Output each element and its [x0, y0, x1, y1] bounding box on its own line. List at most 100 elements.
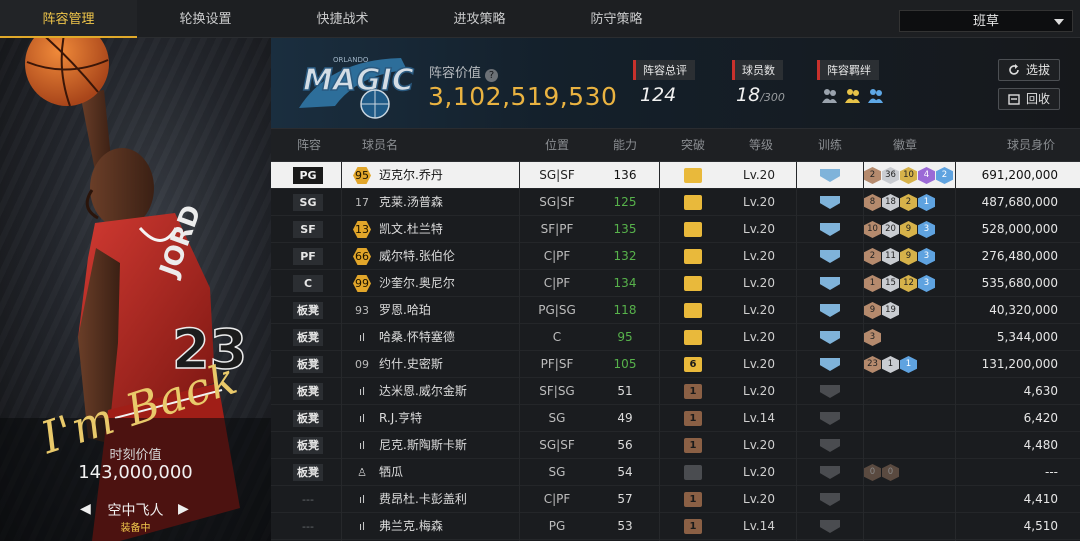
slot-label: 板凳 [293, 464, 323, 481]
badge-group[interactable]: 10 20 9 3 [864, 221, 935, 238]
overall-badge: 95 [353, 167, 371, 184]
player-name[interactable]: 费昂杜.卡彭盖利 [379, 486, 467, 513]
help-icon[interactable]: ? [485, 69, 499, 82]
player-position: SG|SF [539, 438, 575, 452]
scout-button[interactable]: 选拔 [998, 59, 1060, 81]
tab-quick-tactics[interactable]: 快捷战术 [274, 0, 411, 38]
badge-group[interactable]: 00 [864, 464, 899, 481]
team-select[interactable]: 班草 [899, 10, 1073, 32]
badge-group[interactable]: 23 1 1 [864, 356, 917, 373]
tab-lineup[interactable]: 阵容管理 [0, 0, 137, 38]
bond-icon-blue[interactable] [867, 87, 884, 104]
bond-icon-gold[interactable] [844, 87, 861, 104]
slot-label: 板凳 [293, 410, 323, 427]
training-icon[interactable] [820, 223, 840, 236]
moment-value: 143,000,000 [78, 462, 193, 483]
training-icon[interactable] [820, 439, 840, 452]
badge-group[interactable]: 1 15 12 3 [864, 275, 935, 292]
breakthrough-crown-icon[interactable] [684, 222, 702, 237]
training-icon[interactable] [820, 493, 840, 506]
bond-icon-grey[interactable] [821, 87, 838, 104]
player-name[interactable]: 约什.史密斯 [379, 351, 443, 378]
player-name[interactable]: 牺瓜 [379, 459, 403, 486]
refresh-icon [1009, 64, 1019, 75]
player-salary: 4,410 [1023, 492, 1058, 506]
badge-group[interactable]: 9 19 [864, 302, 899, 319]
breakthrough-crown-icon[interactable]: 1 [684, 438, 702, 453]
breakthrough-crown-icon[interactable] [684, 195, 702, 210]
table-row[interactable]: SF 13 凯文.杜兰特 SF|PF 135 Lv.20 10 20 9 3 528,000,000 [271, 216, 1080, 243]
player-ability: 51 [617, 384, 633, 398]
tab-offense[interactable]: 进攻策略 [411, 0, 548, 38]
breakthrough-crown-icon[interactable] [684, 276, 702, 291]
badge-icon: 3 [918, 248, 935, 265]
player-name[interactable]: 沙奎尔.奥尼尔 [379, 270, 455, 297]
table-row[interactable]: --- ıl 费昂杜.卡彭盖利 C|PF 57 1 Lv.20 4,410 [271, 486, 1080, 513]
badge-icon: 23 [864, 356, 881, 373]
player-level: Lv.20 [743, 168, 775, 182]
table-row[interactable]: --- ıl 弗兰克.梅森 PG 53 1 Lv.14 4,510 [271, 513, 1080, 540]
player-name[interactable]: 罗恩.哈珀 [379, 297, 431, 324]
slot-label: --- [302, 520, 314, 533]
overall-value: 124 [640, 84, 677, 106]
table-row[interactable]: PF 66 威尔特.张伯伦 C|PF 132 Lv.20 2 11 9 3 276,480,000 [271, 243, 1080, 270]
table-row[interactable]: 板凳 ıl 哈桑.怀特塞德 C 95 Lv.20 3 5,344,000 [271, 324, 1080, 351]
badge-group[interactable]: 2 36 10 4 2 [864, 167, 953, 184]
svg-text:MAGIC: MAGIC [303, 63, 414, 98]
player-name[interactable]: 达米恩.威尔金斯 [379, 378, 467, 405]
breakthrough-crown-icon[interactable] [684, 168, 702, 183]
breakthrough-crown-icon[interactable] [684, 330, 702, 345]
training-icon[interactable] [820, 169, 840, 182]
training-icon[interactable] [820, 385, 840, 398]
overall-badge: 93 [355, 304, 369, 317]
table-row[interactable]: 板凳 ♙ 牺瓜 SG 54 Lv.20 0 0 --- [271, 459, 1080, 486]
recycle-icon [1008, 94, 1020, 105]
col-name: 球员名 [361, 138, 398, 152]
tab-rotation[interactable]: 轮换设置 [137, 0, 274, 38]
breakthrough-crown-icon[interactable]: 6 [684, 357, 702, 372]
breakthrough-crown-icon[interactable] [684, 249, 702, 264]
player-name[interactable]: 弗兰克.梅森 [379, 513, 443, 540]
player-name[interactable]: 凯文.杜兰特 [379, 216, 443, 243]
breakthrough-crown-icon[interactable] [684, 303, 702, 318]
breakthrough-crown-icon[interactable]: 1 [684, 519, 702, 534]
training-icon[interactable] [820, 250, 840, 263]
player-name[interactable]: 哈桑.怀特塞德 [379, 324, 455, 351]
badge-group[interactable]: 2 11 9 3 [864, 248, 935, 265]
badge-icon: 3 [864, 329, 881, 346]
tab-defense[interactable]: 防守策略 [548, 0, 685, 38]
breakthrough-crown-icon[interactable]: 1 [684, 411, 702, 426]
table-row[interactable]: 板凳 ıl R.J.亨特 SG 49 1 Lv.14 6,420 [271, 405, 1080, 432]
training-icon[interactable] [820, 466, 840, 479]
table-row[interactable]: 板凳 ıl 尼克.斯陶斯卡斯 SG|SF 56 1 Lv.20 4,480 [271, 432, 1080, 459]
breakthrough-crown-icon[interactable] [684, 465, 702, 480]
training-icon[interactable] [820, 277, 840, 290]
training-icon[interactable] [820, 196, 840, 209]
training-icon[interactable] [820, 358, 840, 371]
overall-badge: ıl [358, 439, 366, 452]
recycle-button[interactable]: 回收 [998, 88, 1060, 110]
badge-group[interactable]: 3 [864, 329, 881, 346]
player-name[interactable]: 威尔特.张伯伦 [379, 243, 455, 270]
table-row[interactable]: C 99 沙奎尔.奥尼尔 C|PF 134 Lv.20 1 15 12 3 535,680,000 [271, 270, 1080, 297]
badge-icon: 3 [918, 275, 935, 292]
table-row[interactable]: PG 95 迈克尔.乔丹 SG|SF 136 Lv.20 2 36 10 4 2 691,200,00… [271, 162, 1080, 189]
breakthrough-crown-icon[interactable]: 1 [684, 384, 702, 399]
table-row[interactable]: 板凳 ıl 达米恩.威尔金斯 SF|SG 51 1 Lv.20 4,630 [271, 378, 1080, 405]
table-row[interactable]: 板凳 09 约什.史密斯 PF|SF 105 6 Lv.20 23 1 1 131,200,000 [271, 351, 1080, 378]
slot-label: PG [293, 167, 323, 184]
next-arrow-icon[interactable]: ▶ [178, 501, 189, 517]
training-icon[interactable] [820, 331, 840, 344]
player-name[interactable]: R.J.亨特 [379, 405, 422, 432]
training-icon[interactable] [820, 304, 840, 317]
training-icon[interactable] [820, 412, 840, 425]
table-row[interactable]: SG 17 克莱.汤普森 SG|SF 125 Lv.20 8 18 2 1 487,680,000 [271, 189, 1080, 216]
player-name[interactable]: 克莱.汤普森 [379, 189, 443, 216]
player-name[interactable]: 尼克.斯陶斯卡斯 [379, 432, 467, 459]
badge-group[interactable]: 8 18 2 1 [864, 194, 935, 211]
col-level: 等级 [748, 138, 773, 152]
player-name[interactable]: 迈克尔.乔丹 [379, 162, 443, 189]
table-row[interactable]: 板凳 93 罗恩.哈珀 PG|SG 118 Lv.20 9 19 40,320,000 [271, 297, 1080, 324]
breakthrough-crown-icon[interactable]: 1 [684, 492, 702, 507]
training-icon[interactable] [820, 520, 840, 533]
